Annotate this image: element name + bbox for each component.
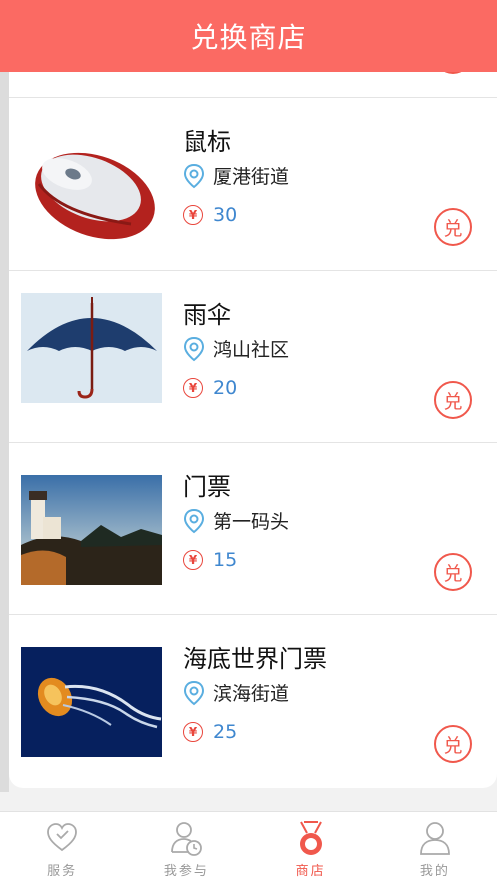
item-title: 海底世界门票	[183, 645, 327, 673]
tab-label: 我参与	[163, 864, 209, 879]
tab-label: 我的	[419, 864, 450, 879]
location-row: 滨海街道	[183, 679, 289, 706]
item-location: 鸿山社区	[213, 339, 290, 361]
list-item[interactable]: 鼠标 厦港街道 ¥ 30 兑	[9, 98, 497, 270]
tab-service[interactable]: 服务	[0, 812, 124, 883]
location-pin-icon	[183, 336, 205, 361]
price-row: ¥ 20	[183, 377, 237, 399]
heart-icon	[47, 823, 78, 852]
user-clock-icon	[171, 822, 203, 856]
location-row: 第一码头	[183, 507, 289, 534]
item-title: 门票	[183, 473, 231, 501]
item-price: 25	[213, 721, 238, 743]
item-title: 雨伞	[183, 301, 231, 329]
location-pin-icon	[183, 680, 205, 705]
jellyfish-image	[21, 647, 162, 757]
yen-icon: ¥	[183, 378, 203, 398]
price-row: ¥ 15	[183, 549, 237, 571]
user-icon	[419, 822, 450, 855]
price-row: ¥ 30	[183, 204, 237, 226]
medal-icon	[299, 821, 322, 855]
umbrella-image	[21, 293, 162, 403]
item-title: 鼠标	[183, 128, 231, 156]
tab-mine[interactable]: 我的	[373, 812, 497, 883]
location-pin-icon	[183, 163, 205, 188]
list-item[interactable]: 雨伞 鸿山社区 ¥ 20 兑	[9, 271, 497, 443]
redeem-button[interactable]: 兑	[434, 381, 472, 419]
lighthouse-image	[21, 475, 162, 585]
redeem-button[interactable]: 兑	[434, 208, 472, 246]
tab-store[interactable]: 商店	[249, 812, 373, 883]
page-title: 兑换商店	[0, 0, 497, 72]
item-location: 厦港街道	[213, 166, 290, 188]
location-row: 厦港街道	[183, 162, 289, 189]
item-price: 15	[213, 549, 238, 571]
list-item[interactable]: 门票 第一码头 ¥ 15 兑	[9, 443, 497, 615]
tab-label: 服务	[47, 864, 78, 879]
yen-icon: ¥	[183, 550, 203, 570]
tab-participation[interactable]: 我参与	[124, 812, 248, 883]
redeem-button[interactable]: 兑	[434, 553, 472, 591]
mouse-image	[21, 134, 162, 244]
item-location: 第一码头	[213, 511, 290, 533]
item-price: 30	[213, 204, 238, 226]
redeem-button[interactable]: 兑	[434, 725, 472, 763]
product-list[interactable]: 鼠标 厦港街道 ¥ 30 兑 雨伞 鸿山社区 ¥ 20 兑 门票 第一码头 ¥ …	[9, 62, 497, 788]
list-item[interactable]: 海底世界门票 滨海街道 ¥ 25 兑	[9, 615, 497, 787]
tab-label: 商店	[295, 864, 326, 879]
location-pin-icon	[183, 508, 205, 533]
item-price: 20	[213, 377, 238, 399]
item-location: 滨海街道	[213, 683, 290, 705]
left-edge-shadow	[0, 72, 9, 792]
location-row: 鸿山社区	[183, 335, 289, 362]
price-row: ¥ 25	[183, 721, 237, 743]
yen-icon: ¥	[183, 722, 203, 742]
bottom-tab-bar: 服务 我参与 商店 我的	[0, 811, 497, 883]
yen-icon: ¥	[183, 205, 203, 225]
